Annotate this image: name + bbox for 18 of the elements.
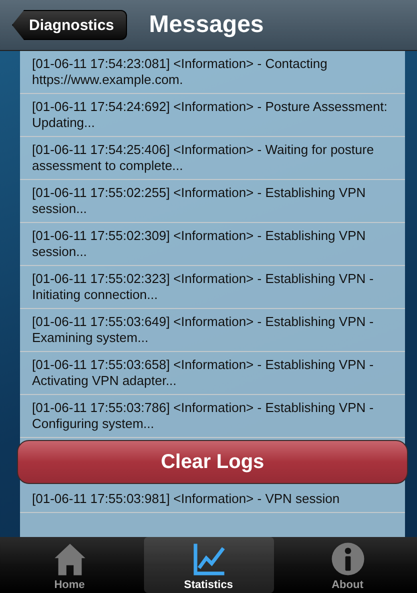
log-message: [01-06-11 17:55:03:649] <Information> - Establishing VPN - Examining system... [20,309,405,352]
clear-logs-button[interactable]: Clear Logs [17,440,408,484]
log-message: [01-06-11 17:55:02:309] <Information> - Establishing VPN session... [20,223,405,266]
log-message: [01-06-11 17:55:02:255] <Information> - Establishing VPN session... [20,180,405,223]
log-message: [01-06-11 17:55:03:981] <Information> - VPN session [20,486,405,513]
tab[interactable]: Home [4,537,134,593]
info-icon [330,541,366,577]
log-message: [01-06-11 17:54:23:081] <Information> - Contacting https://www.example.com. [20,51,405,94]
log-message: [01-06-11 17:54:24:692] <Information> - Posture Assessment: Updating... [20,94,405,137]
log-message: [01-06-11 17:55:02:323] <Information> - Establishing VPN - Initiating connection... [20,266,405,309]
tab[interactable]: Statistics [144,537,274,593]
log-message: [01-06-11 17:55:03:658] <Information> - Establishing VPN - Activating VPN adapter... [20,352,405,395]
back-button[interactable]: Diagnostics [12,10,128,40]
screen-title: Messages [149,11,264,39]
line-chart-icon [190,541,226,577]
log-message: [01-06-11 17:54:25:406] <Information> - Waiting for posture assessment to complete... [20,137,405,180]
tab[interactable]: About [282,537,412,593]
log-message: [01-06-11 17:55:03:786] <Information> - Establishing VPN - Configuring system... [20,395,405,438]
